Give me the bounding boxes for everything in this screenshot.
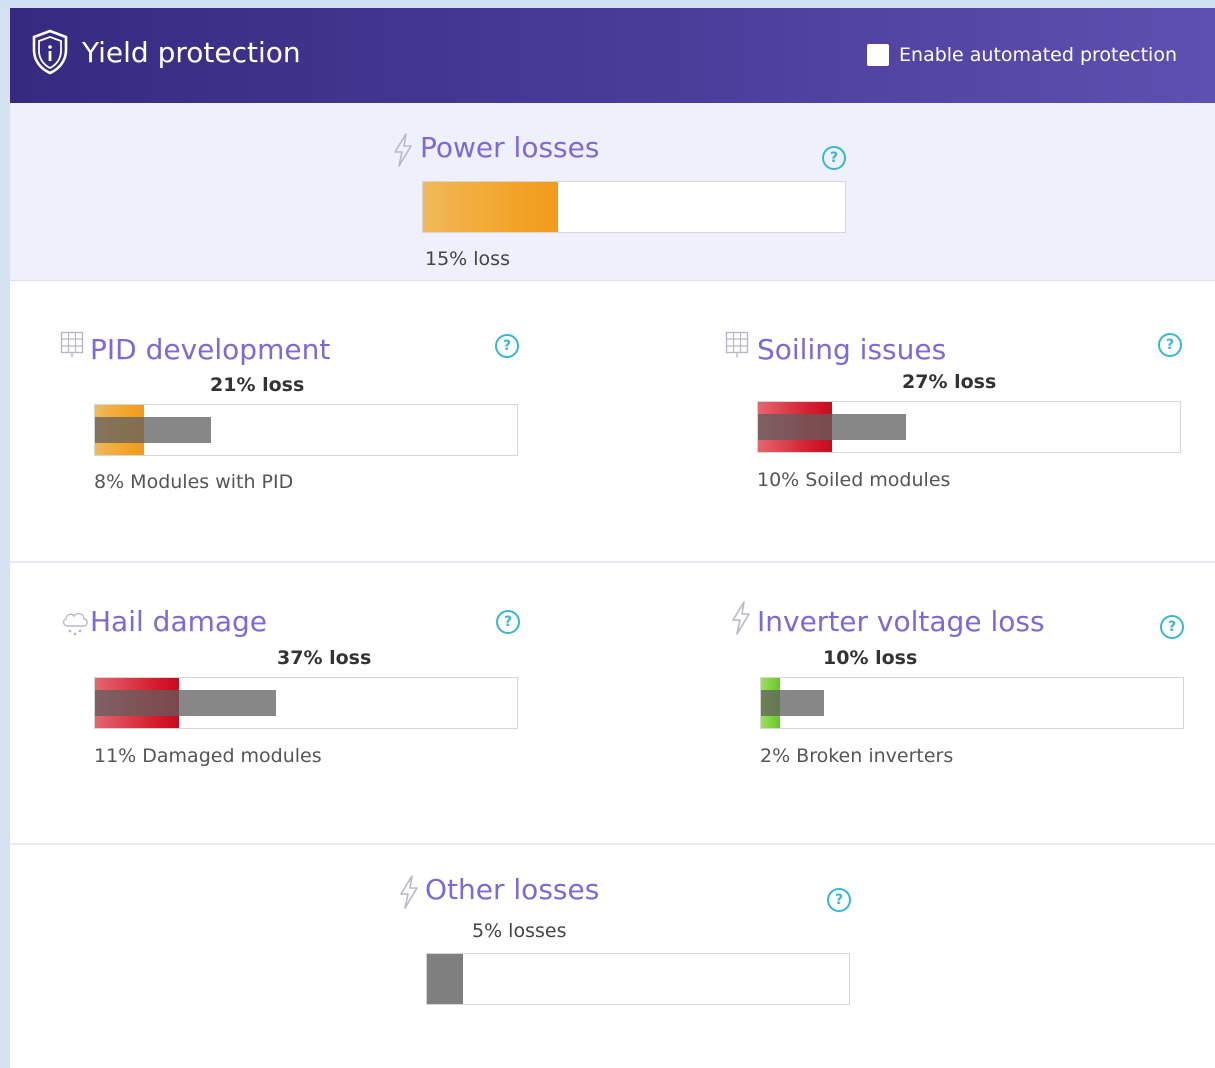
other-losses-card: Other losses ? 5% losses bbox=[10, 845, 1215, 1068]
lightning-icon bbox=[400, 875, 418, 909]
power-losses-help-icon[interactable]: ? bbox=[822, 146, 846, 170]
pid-development-bar bbox=[94, 404, 518, 456]
inverter-voltage-loss-title: Inverter voltage loss bbox=[757, 605, 1045, 638]
power-losses-value: 15% loss bbox=[425, 248, 510, 270]
enable-protection-checkbox[interactable] bbox=[867, 44, 890, 66]
pid-development-caption: 8% Modules with PID bbox=[94, 471, 294, 493]
power-losses-card: Power losses ? 15% loss bbox=[10, 103, 1215, 281]
solar-panel-icon bbox=[725, 331, 749, 358]
inverter-voltage-loss-bar bbox=[760, 677, 1184, 729]
inverter-voltage-loss-caption: 2% Broken inverters bbox=[760, 745, 954, 767]
hail-cloud-icon bbox=[62, 612, 88, 636]
hail-damage-card: Hail damage ? 37% loss 11% Damaged modul… bbox=[10, 563, 610, 843]
inverter-broken-fill bbox=[761, 690, 825, 716]
soiling-issues-title: Soiling issues bbox=[757, 333, 947, 366]
pid-development-loss: 21% loss bbox=[210, 374, 305, 396]
enable-automated-protection-toggle[interactable]: Enable automated protection bbox=[867, 44, 1177, 66]
hail-modules-fill bbox=[95, 690, 277, 716]
pid-development-card: PID development ? 21% loss 8% Modules wi… bbox=[10, 281, 610, 561]
yield-protection-panel: Yield protection Enable automated protec… bbox=[10, 8, 1215, 1068]
soiling-issues-card: Soiling issues ? 27% loss 10% Soiled mod… bbox=[610, 281, 1215, 561]
hail-damage-help-icon[interactable]: ? bbox=[496, 610, 520, 634]
other-losses-bar-fill bbox=[427, 954, 463, 1004]
other-losses-help-icon[interactable]: ? bbox=[827, 888, 851, 912]
power-losses-bar bbox=[422, 181, 846, 233]
pid-development-title: PID development bbox=[90, 333, 331, 366]
enable-protection-label: Enable automated protection bbox=[899, 44, 1177, 66]
other-losses-title: Other losses bbox=[425, 873, 600, 906]
inverter-voltage-loss-card: Inverter voltage loss ? 10% loss 2% Brok… bbox=[610, 563, 1215, 843]
panel-header: Yield protection Enable automated protec… bbox=[10, 8, 1215, 103]
hail-damage-caption: 11% Damaged modules bbox=[94, 745, 322, 767]
hail-damage-loss: 37% loss bbox=[277, 647, 372, 669]
hail-damage-title: Hail damage bbox=[90, 605, 268, 638]
power-losses-title: Power losses bbox=[420, 131, 600, 164]
soiling-modules-fill bbox=[758, 414, 906, 440]
other-losses-bar bbox=[426, 953, 850, 1005]
page-title: Yield protection bbox=[82, 36, 301, 69]
power-losses-bar-fill bbox=[423, 182, 559, 232]
lightning-icon bbox=[732, 601, 750, 635]
other-losses-value: 5% losses bbox=[472, 920, 567, 942]
solar-panel-icon bbox=[60, 331, 84, 358]
window-edge bbox=[0, 8, 10, 1068]
soiling-issues-caption: 10% Soiled modules bbox=[757, 469, 951, 491]
soiling-issues-help-icon[interactable]: ? bbox=[1158, 333, 1182, 357]
hail-damage-bar bbox=[94, 677, 518, 729]
lightning-icon bbox=[394, 133, 412, 167]
inverter-voltage-loss-value: 10% loss bbox=[823, 647, 918, 669]
shield-icon bbox=[32, 29, 68, 75]
pid-development-help-icon[interactable]: ? bbox=[495, 334, 519, 358]
soiling-issues-loss: 27% loss bbox=[902, 371, 997, 393]
inverter-voltage-loss-help-icon[interactable]: ? bbox=[1160, 615, 1184, 639]
pid-modules-fill bbox=[95, 417, 212, 443]
soiling-issues-bar bbox=[757, 401, 1181, 453]
